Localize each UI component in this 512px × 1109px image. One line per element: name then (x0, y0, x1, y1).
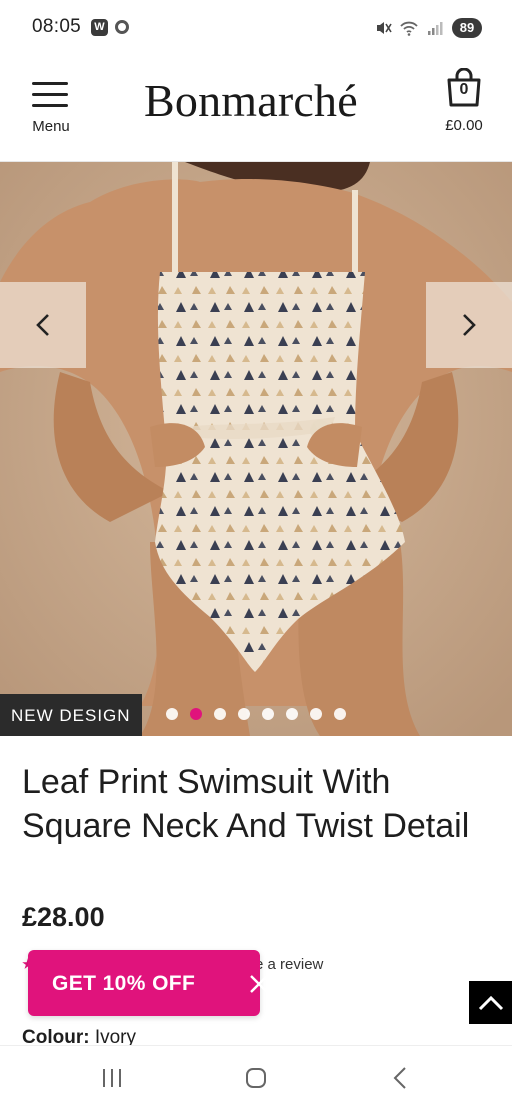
whatsapp-icon: W (91, 19, 108, 36)
site-header: Menu Bonmarché 0 £0.00 (0, 56, 512, 162)
gallery-next-button[interactable] (426, 282, 512, 368)
gallery-dot[interactable] (334, 708, 346, 720)
gallery-dot[interactable] (310, 708, 322, 720)
status-bar: 08:05 W 89 (0, 0, 512, 56)
brand-logo[interactable]: Bonmarché (144, 74, 358, 127)
gallery-dot[interactable] (286, 708, 298, 720)
chrome-icon (115, 20, 129, 34)
menu-button[interactable]: Menu (22, 78, 80, 138)
promo-label: GET 10% OFF (52, 972, 196, 995)
status-icons: 89 (374, 17, 482, 39)
mute-icon (377, 22, 392, 34)
hamburger-icon (32, 82, 68, 108)
bag-total: £0.00 (445, 117, 483, 134)
shopping-bag-button[interactable]: 0 £0.00 (436, 68, 492, 138)
discount-promo-button[interactable]: GET 10% OFF (28, 950, 268, 1016)
back-button[interactable] (380, 1064, 420, 1092)
gallery-dot-active[interactable] (190, 708, 202, 720)
back-to-top-button[interactable] (469, 981, 512, 1024)
close-icon[interactable] (248, 973, 270, 995)
battery-icon: 89 (452, 18, 482, 38)
recents-button[interactable] (92, 1064, 132, 1092)
gallery-dot[interactable] (166, 708, 178, 720)
recents-icon (103, 1069, 121, 1087)
chevron-up-icon (478, 995, 503, 1010)
gallery-dot[interactable] (238, 708, 250, 720)
signal-icon (428, 22, 443, 35)
product-image-gallery[interactable]: NEW DESIGN (0, 162, 512, 736)
new-design-badge: NEW DESIGN (0, 694, 142, 736)
bag-count: 0 (459, 81, 469, 98)
chevron-left-icon (36, 314, 49, 336)
menu-label: Menu (32, 118, 70, 135)
product-price: £28.00 (22, 902, 105, 932)
write-review-link[interactable]: e a review (255, 956, 323, 973)
product-image (0, 162, 512, 736)
home-icon (246, 1068, 266, 1088)
gallery-dot[interactable] (214, 708, 226, 720)
gallery-pagination (166, 708, 346, 720)
chevron-right-icon (463, 314, 476, 336)
wifi-icon (400, 21, 418, 36)
home-button[interactable] (236, 1064, 276, 1092)
gallery-prev-button[interactable] (0, 282, 86, 368)
product-title: Leaf Print Swimsuit With Square Neck And… (22, 763, 470, 845)
back-icon (393, 1067, 406, 1089)
status-time: 08:05 (32, 16, 82, 37)
gallery-dot[interactable] (262, 708, 274, 720)
system-nav-bar (0, 1045, 512, 1109)
